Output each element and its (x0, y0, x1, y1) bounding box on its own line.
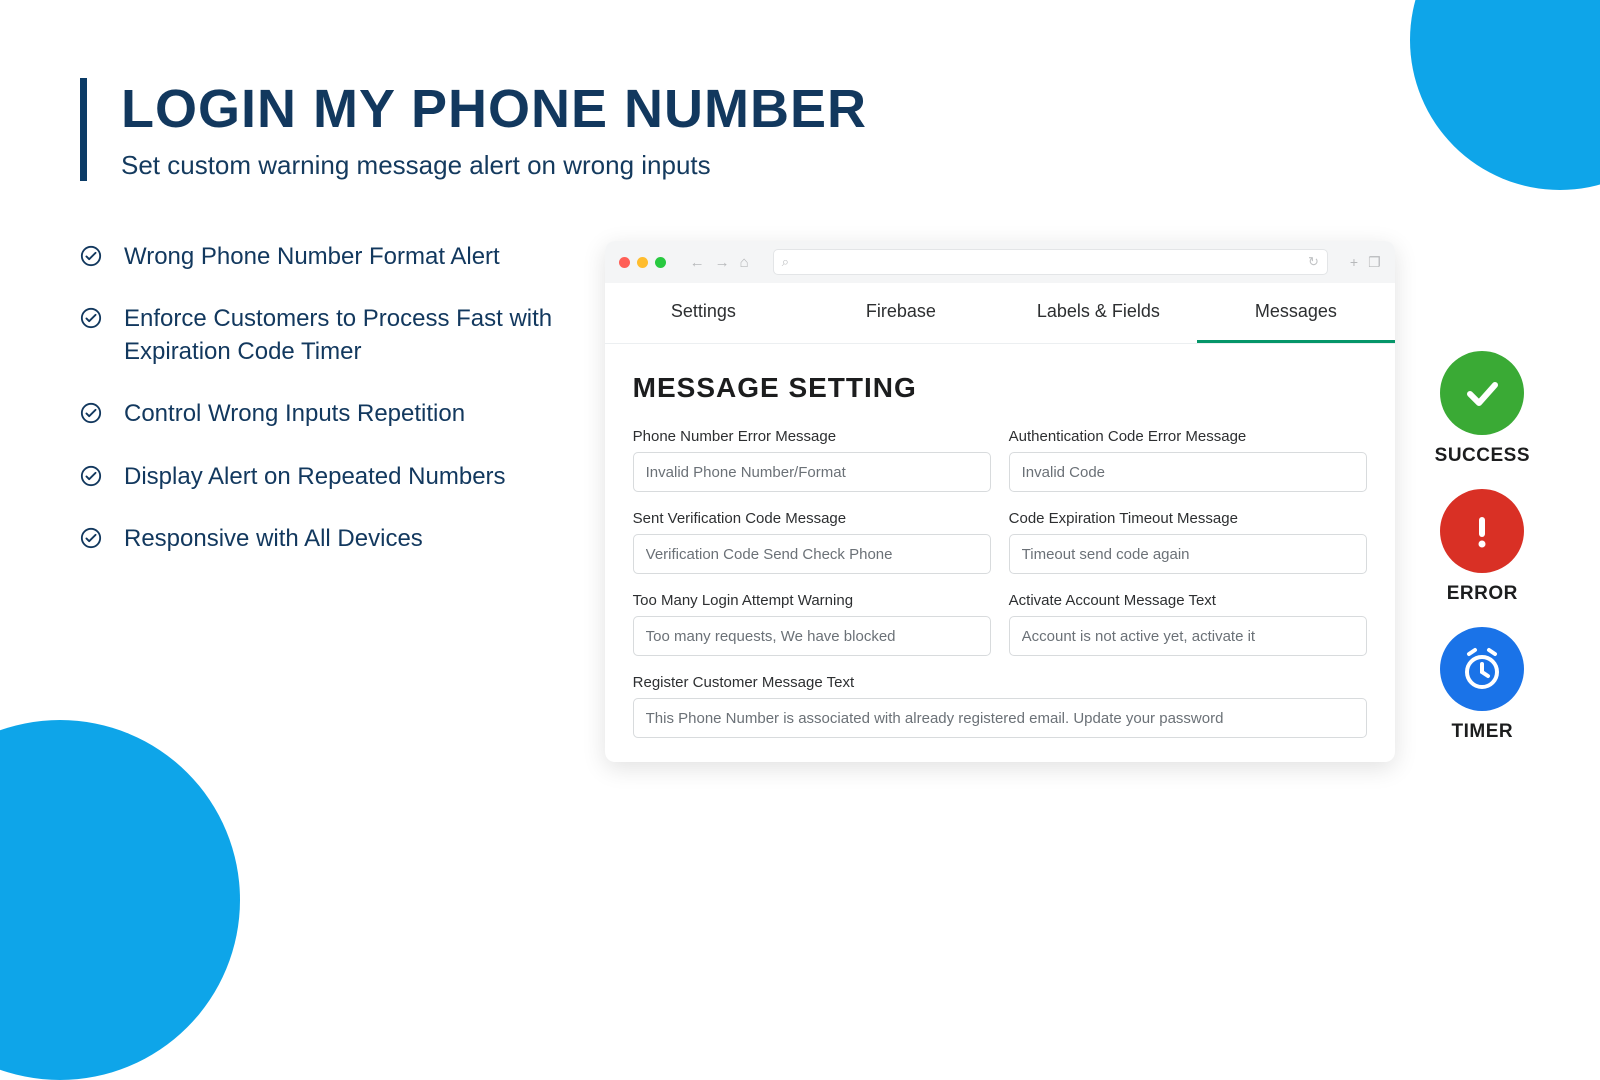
badge-label: ERROR (1447, 583, 1518, 605)
nav-icons: ← → ⌂ (690, 254, 749, 271)
badge-error: ERROR (1435, 489, 1530, 605)
badge-label: TIMER (1452, 721, 1514, 743)
field-phone-error: Phone Number Error Message (633, 428, 991, 492)
close-dot-icon[interactable] (619, 257, 630, 268)
field-register: Register Customer Message Text (633, 674, 1367, 738)
refresh-icon[interactable]: ↻ (1308, 254, 1319, 270)
minimize-dot-icon[interactable] (637, 257, 648, 268)
sent-verification-input[interactable] (633, 534, 991, 574)
phone-error-input[interactable] (633, 452, 991, 492)
accent-bar (80, 78, 87, 181)
page: LOGIN MY PHONE NUMBER Set custom warning… (0, 0, 1600, 762)
forward-icon[interactable]: → (715, 254, 730, 271)
check-circle-icon (80, 402, 102, 424)
field-timeout: Code Expiration Timeout Message (1009, 510, 1367, 574)
fields-grid: Phone Number Error Message Authenticatio… (633, 428, 1367, 738)
field-too-many: Too Many Login Attempt Warning (633, 592, 991, 656)
field-auth-error: Authentication Code Error Message (1009, 428, 1367, 492)
feature-text: Wrong Phone Number Format Alert (124, 241, 500, 273)
feature-text: Display Alert on Repeated Numbers (124, 461, 506, 493)
url-bar[interactable]: ⌕ ↻ (773, 249, 1328, 275)
titles: LOGIN MY PHONE NUMBER Set custom warning… (121, 78, 867, 181)
add-tab-icon[interactable]: + (1350, 254, 1358, 271)
field-activate: Activate Account Message Text (1009, 592, 1367, 656)
tab-bar: Settings Firebase Labels & Fields Messag… (605, 283, 1395, 344)
check-circle-icon (80, 307, 102, 329)
window-controls (619, 257, 666, 268)
feature-item: Enforce Customers to Process Fast with E… (80, 303, 565, 368)
alarm-clock-icon (1440, 627, 1524, 711)
feature-text: Responsive with All Devices (124, 523, 423, 555)
timeout-input[interactable] (1009, 534, 1367, 574)
check-circle-icon (80, 245, 102, 267)
back-icon[interactable]: ← (690, 254, 705, 271)
field-label: Authentication Code Error Message (1009, 428, 1367, 445)
feature-item: Control Wrong Inputs Repetition (80, 398, 565, 430)
feature-item: Wrong Phone Number Format Alert (80, 241, 565, 273)
feature-text: Enforce Customers to Process Fast with E… (124, 303, 565, 368)
badge-label: SUCCESS (1435, 445, 1530, 467)
field-label: Too Many Login Attempt Warning (633, 592, 991, 609)
feature-list: Wrong Phone Number Format Alert Enforce … (80, 241, 565, 762)
feature-item: Responsive with All Devices (80, 523, 565, 555)
browser-right-icons: + ❐ (1350, 254, 1381, 271)
tab-messages[interactable]: Messages (1197, 283, 1395, 343)
check-circle-icon (80, 527, 102, 549)
feature-text: Control Wrong Inputs Repetition (124, 398, 465, 430)
home-icon[interactable]: ⌂ (740, 254, 749, 271)
browser-window: ← → ⌂ ⌕ ↻ + ❐ Settings Firebase (605, 241, 1395, 762)
too-many-input[interactable] (633, 616, 991, 656)
tab-firebase[interactable]: Firebase (802, 283, 1000, 343)
search-icon: ⌕ (782, 254, 789, 270)
page-title: LOGIN MY PHONE NUMBER (121, 78, 867, 140)
right-column: ← → ⌂ ⌕ ↻ + ❐ Settings Firebase (605, 241, 1530, 762)
field-label: Register Customer Message Text (633, 674, 1367, 691)
field-label: Code Expiration Timeout Message (1009, 510, 1367, 527)
browser-chrome: ← → ⌂ ⌕ ↻ + ❐ (605, 241, 1395, 283)
field-sent-verification: Sent Verification Code Message (633, 510, 991, 574)
panel-title: MESSAGE SETTING (633, 372, 1367, 404)
check-circle-icon (80, 465, 102, 487)
checkmark-icon (1440, 351, 1524, 435)
field-label: Activate Account Message Text (1009, 592, 1367, 609)
field-label: Phone Number Error Message (633, 428, 991, 445)
status-badges: SUCCESS ERROR (1435, 241, 1530, 762)
title-bar: LOGIN MY PHONE NUMBER Set custom warning… (80, 78, 1530, 181)
field-label: Sent Verification Code Message (633, 510, 991, 527)
tab-settings[interactable]: Settings (605, 283, 803, 343)
tab-labels-fields[interactable]: Labels & Fields (1000, 283, 1198, 343)
badge-success: SUCCESS (1435, 351, 1530, 467)
decorative-corner-bottom (0, 720, 240, 1080)
auth-error-input[interactable] (1009, 452, 1367, 492)
exclamation-icon (1440, 489, 1524, 573)
page-subtitle: Set custom warning message alert on wron… (121, 150, 867, 181)
panel-messages: MESSAGE SETTING Phone Number Error Messa… (605, 344, 1395, 762)
maximize-dot-icon[interactable] (655, 257, 666, 268)
content-row: Wrong Phone Number Format Alert Enforce … (80, 241, 1530, 762)
copy-icon[interactable]: ❐ (1368, 254, 1381, 271)
feature-item: Display Alert on Repeated Numbers (80, 461, 565, 493)
badge-timer: TIMER (1435, 627, 1530, 743)
activate-input[interactable] (1009, 616, 1367, 656)
register-input[interactable] (633, 698, 1367, 738)
